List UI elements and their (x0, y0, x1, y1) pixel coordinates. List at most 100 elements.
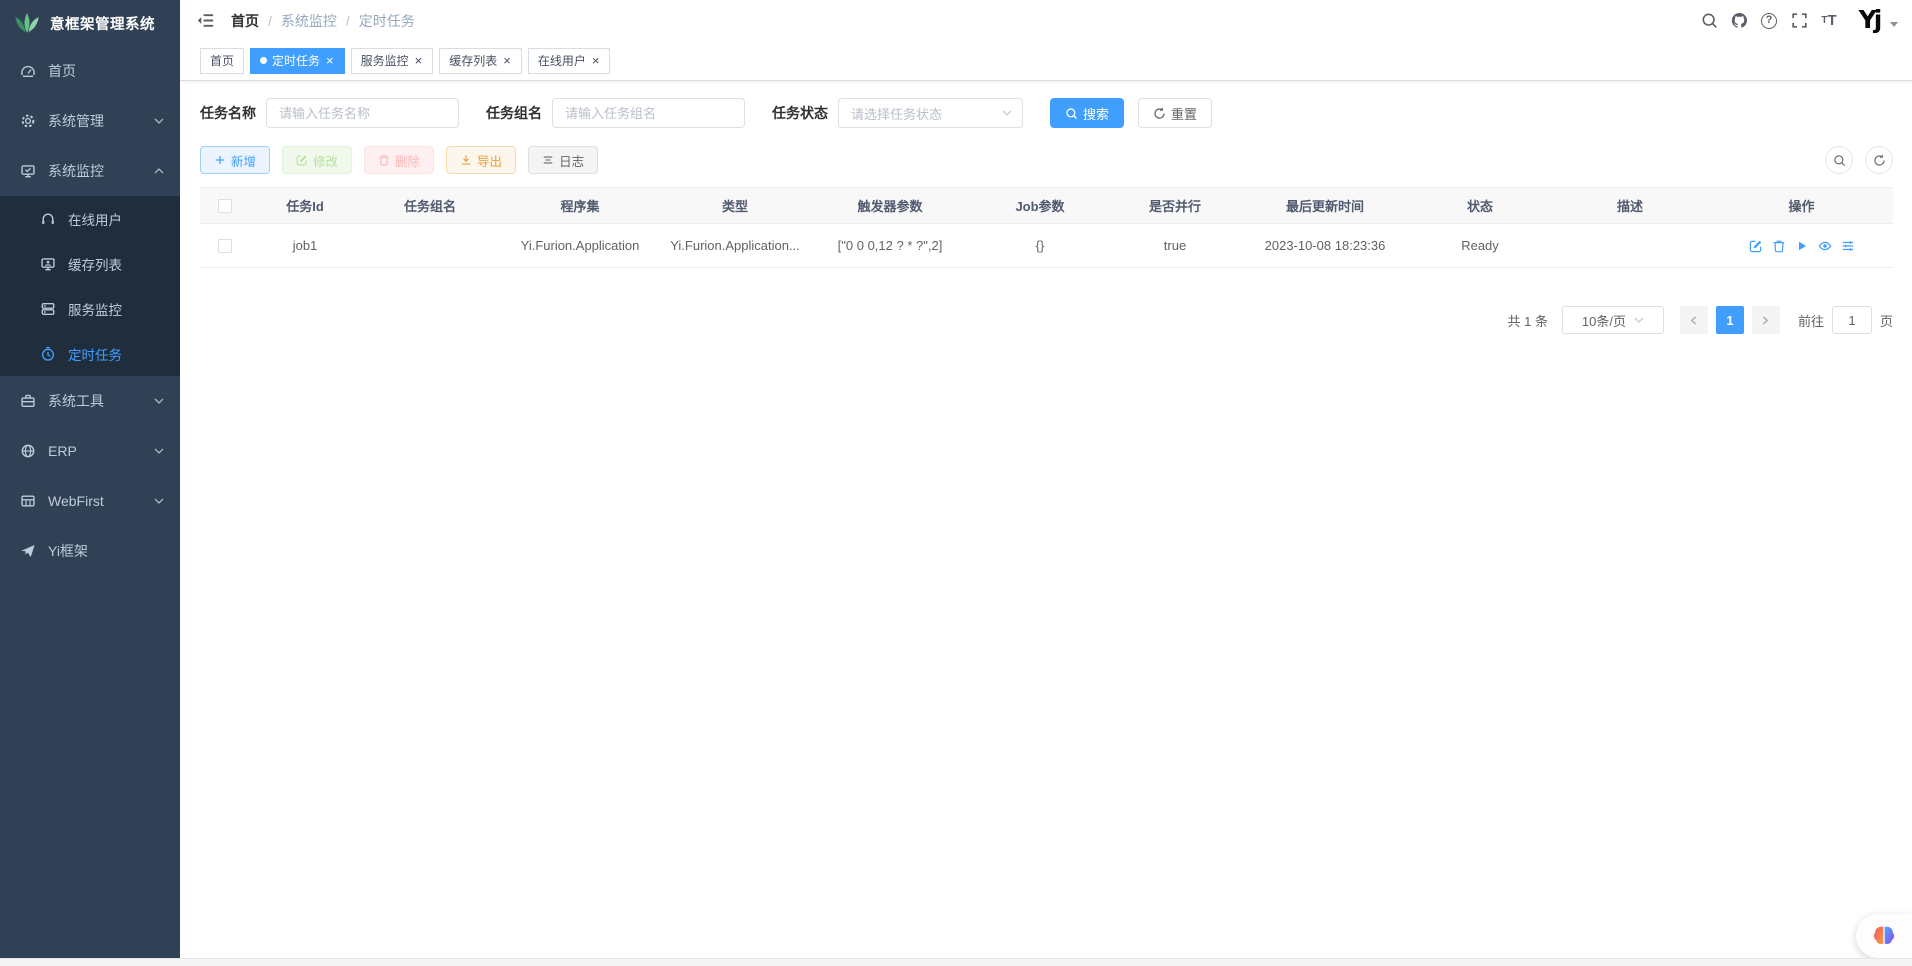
task-name-label: 任务名称 (200, 103, 256, 123)
breadcrumb-section: 系统监控 (281, 11, 337, 31)
log-button[interactable]: 日志 (528, 146, 598, 174)
help-icon[interactable]: ? (1754, 6, 1784, 36)
submenu-system-monitor: 在线用户 缓存列表 服务监控 定时任务 (0, 196, 180, 376)
globe-icon (20, 443, 36, 459)
task-status-label: 任务状态 (772, 103, 828, 123)
grid-icon (20, 493, 36, 509)
trash-icon[interactable] (1772, 239, 1786, 253)
dashboard-icon (20, 63, 36, 79)
show-search-button[interactable] (1825, 146, 1853, 174)
close-icon[interactable]: × (502, 54, 512, 67)
sidebar-item-yi-framework[interactable]: Yi框架 (0, 526, 180, 576)
cell-trigger-args: ["0 0 0,12 ? * ?",2] (810, 224, 970, 268)
menu-fold-icon[interactable] (196, 11, 215, 30)
tab-service-monitor[interactable]: 服务监控 × (351, 48, 434, 74)
toolbox-icon (20, 393, 36, 409)
row-operations (1710, 239, 1893, 253)
reset-button[interactable]: 重置 (1138, 98, 1212, 128)
search-button[interactable]: 搜索 (1050, 98, 1124, 128)
cell-description (1550, 224, 1710, 268)
sidebar-item-system-tools[interactable]: 系统工具 (0, 376, 180, 426)
toolbar: 新增 修改 删除 导出 日志 (200, 146, 1893, 174)
delete-button[interactable]: 删除 (364, 146, 434, 174)
chevron-down-icon (1002, 110, 1012, 116)
goto-page-input[interactable] (1832, 306, 1872, 334)
sidebar: 意框架管理系统 首页 系统管理 系统监控 在线用户 (0, 0, 180, 958)
search-icon[interactable] (1694, 6, 1724, 36)
leaf-logo-icon (12, 11, 42, 35)
current-page[interactable]: 1 (1716, 306, 1744, 334)
prev-page-button[interactable] (1680, 306, 1708, 334)
next-page-button[interactable] (1752, 306, 1780, 334)
sidebar-item-online-users[interactable]: 在线用户 (0, 196, 180, 241)
avatar[interactable]: Yj (1852, 5, 1886, 37)
font-size-icon[interactable]: TT (1814, 6, 1844, 36)
add-button[interactable]: 新增 (200, 146, 270, 174)
page-unit: 页 (1880, 311, 1893, 330)
fullscreen-icon[interactable] (1784, 6, 1814, 36)
sidebar-item-system-monitor[interactable]: 系统监控 (0, 146, 180, 196)
pagination: 共 1 条 10条/页 1 前往 页 (200, 306, 1893, 334)
row-checkbox[interactable] (218, 239, 232, 253)
headset-icon (40, 211, 56, 227)
caret-down-icon[interactable] (1890, 22, 1898, 27)
tab-scheduled-tasks[interactable]: 定时任务 × (250, 48, 345, 74)
cell-type: Yi.Furion.Application... (660, 224, 810, 268)
tab-home[interactable]: 首页 (200, 48, 244, 74)
close-icon[interactable]: × (414, 54, 424, 67)
chevron-down-icon (154, 498, 164, 504)
task-group-label: 任务组名 (486, 103, 542, 123)
sidebar-item-system-management[interactable]: 系统管理 (0, 96, 180, 146)
breadcrumb-home[interactable]: 首页 (231, 11, 259, 31)
table-row[interactable]: job1 Yi.Furion.Application Yi.Furion.App… (200, 224, 1893, 268)
page-size-select[interactable]: 10条/页 (1562, 306, 1664, 334)
log-icon[interactable] (1841, 239, 1855, 253)
task-group-input[interactable] (552, 98, 745, 128)
goto-label: 前往 (1798, 311, 1824, 330)
sidebar-item-cache-list[interactable]: 缓存列表 (0, 241, 180, 286)
tab-cache-list[interactable]: 缓存列表 × (439, 48, 522, 74)
top-navbar: 首页 / 系统监控 / 定时任务 ? TT Yj (180, 0, 1912, 41)
chevron-down-icon (1634, 317, 1644, 323)
active-dot (260, 57, 267, 64)
close-icon[interactable]: × (591, 54, 601, 67)
monitor-icon (20, 163, 36, 179)
task-status-select[interactable]: 请选择任务状态 (838, 98, 1023, 128)
task-name-input[interactable] (266, 98, 459, 128)
horizontal-scrollbar[interactable] (0, 958, 1912, 966)
export-button[interactable]: 导出 (446, 146, 516, 174)
filter-form: 任务名称 任务组名 任务状态 请选择任务状态 搜索 重置 (200, 97, 1893, 129)
paper-plane-icon (20, 543, 36, 559)
sidebar-item-erp[interactable]: ERP (0, 426, 180, 476)
server-icon (40, 301, 56, 317)
sidebar-item-home[interactable]: 首页 (0, 46, 180, 96)
cell-assembly: Yi.Furion.Application (500, 224, 660, 268)
chevron-up-icon (154, 168, 164, 174)
sidebar-item-webfirst[interactable]: WebFirst (0, 476, 180, 526)
breadcrumb: 首页 / 系统监控 / 定时任务 (231, 11, 415, 31)
tags-bar: 首页 定时任务 × 服务监控 × 缓存列表 × 在线用户 × (180, 41, 1912, 81)
view-icon[interactable] (1818, 239, 1832, 253)
cell-group-name (360, 224, 500, 268)
table-header-row: 任务Id 任务组名 程序集 类型 触发器参数 Job参数 是否并行 最后更新时间… (200, 188, 1893, 224)
app-logo[interactable]: 意框架管理系统 (0, 0, 180, 46)
cell-status: Ready (1410, 224, 1550, 268)
chevron-down-icon (154, 398, 164, 404)
assistant-float-button[interactable] (1856, 914, 1912, 958)
select-all-checkbox[interactable] (218, 199, 232, 213)
cell-concurrent: true (1110, 224, 1240, 268)
sidebar-item-scheduled-tasks[interactable]: 定时任务 (0, 331, 180, 376)
play-icon[interactable] (1795, 239, 1809, 253)
edit-icon[interactable] (1749, 239, 1763, 253)
breadcrumb-current: 定时任务 (359, 11, 415, 31)
edit-button[interactable]: 修改 (282, 146, 352, 174)
cell-job-args: {} (970, 224, 1110, 268)
tab-online-users[interactable]: 在线用户 × (528, 48, 611, 74)
app-title: 意框架管理系统 (50, 13, 155, 34)
github-icon[interactable] (1724, 6, 1754, 36)
close-icon[interactable]: × (325, 54, 335, 67)
timer-icon (40, 346, 56, 362)
tasks-table: 任务Id 任务组名 程序集 类型 触发器参数 Job参数 是否并行 最后更新时间… (200, 187, 1893, 268)
refresh-button[interactable] (1865, 146, 1893, 174)
sidebar-item-service-monitor[interactable]: 服务监控 (0, 286, 180, 331)
